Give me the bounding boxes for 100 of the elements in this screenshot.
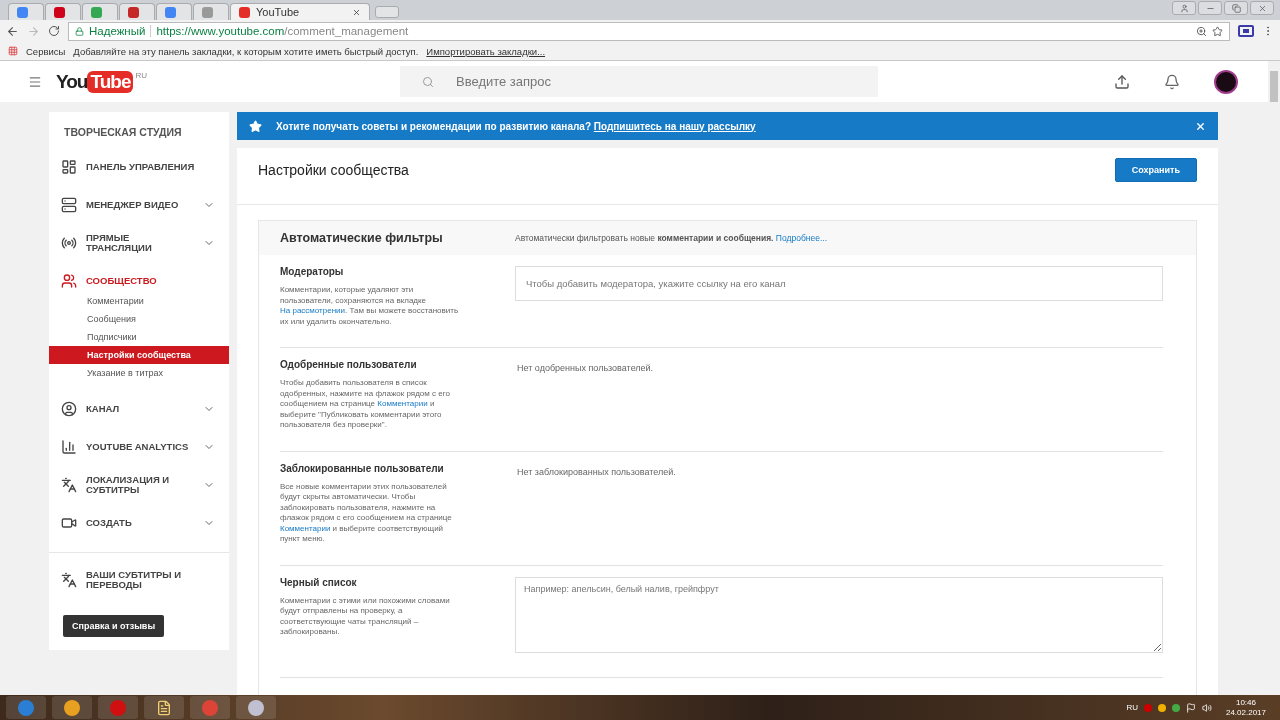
video-camera-icon bbox=[61, 515, 77, 531]
bookmarks-hint: Добавляйте на эту панель закладки, к которым хотите иметь быстрый доступ. bbox=[73, 45, 419, 57]
more-link[interactable]: Подробнее... bbox=[775, 233, 827, 243]
dashboard-icon bbox=[61, 159, 77, 175]
help-button[interactable]: Справка и отзывы bbox=[63, 615, 165, 637]
sidebar-subitem[interactable]: Подписчики bbox=[49, 328, 229, 346]
tab-title: YouTube bbox=[256, 6, 301, 18]
translate-icon bbox=[61, 572, 77, 588]
user-icon bbox=[1179, 3, 1189, 13]
bar-chart-icon bbox=[61, 439, 77, 455]
favicon-icon bbox=[128, 6, 139, 18]
address-bar[interactable]: Надежный https://www.youtube.com/comment_management bbox=[68, 21, 1230, 41]
section-title: Одобренные пользователи bbox=[280, 359, 418, 370]
apps-link[interactable]: Сервисы bbox=[26, 45, 66, 57]
bookmark-star-icon[interactable] bbox=[1212, 25, 1223, 37]
empty-list-text: Нет одобренных пользователей. bbox=[516, 362, 655, 375]
moderator-input[interactable]: Чтобы добавить модератора, укажите ссылку на его канал bbox=[515, 266, 1163, 301]
search-field[interactable]: Введите запрос bbox=[400, 66, 878, 97]
extension-icon[interactable] bbox=[1238, 25, 1254, 37]
clock[interactable]: 10:46 24.02.2017 bbox=[1217, 697, 1274, 718]
browser-tab[interactable] bbox=[156, 3, 192, 20]
back-button[interactable] bbox=[6, 24, 19, 38]
restore-icon bbox=[1231, 3, 1241, 13]
section-title: Черный список bbox=[280, 576, 358, 588]
sidebar-subitem[interactable]: Комментарии bbox=[49, 292, 229, 310]
section-description: Комментарии, которые удаляют эти пользователи, сохраняются на вкладке На рассмотрении. Там вы можете восстановить их или удалить окончательно. bbox=[280, 285, 460, 327]
blacklist-textarea[interactable]: Например: апельсин, белый налив, грейпфрут bbox=[515, 576, 1163, 653]
save-button[interactable]: Сохранить bbox=[1114, 158, 1197, 182]
sidebar-item[interactable]: ПРЯМЫЕ ТРАНСЛЯЦИИ bbox=[49, 224, 229, 262]
star-icon bbox=[249, 119, 262, 133]
banner-text: Хотите получать советы и рекомендации по развитию канала? Подпишитесь на нашу рассылку bbox=[276, 120, 757, 132]
sidebar-item[interactable]: ЛОКАЛИЗАЦИЯ И СУБТИТРЫ bbox=[49, 466, 229, 504]
favicon-icon bbox=[165, 6, 176, 18]
browser-tab[interactable] bbox=[193, 3, 229, 20]
close-icon[interactable] bbox=[352, 7, 361, 17]
url-text: https://www.youtube.com/comment_management bbox=[156, 25, 409, 37]
upload-icon[interactable] bbox=[1114, 73, 1130, 90]
server-icon bbox=[61, 197, 77, 213]
people-icon bbox=[61, 273, 77, 289]
sidebar-item[interactable]: ВАШИ СУБТИТРЫ И ПЕРЕВОДЫ bbox=[49, 561, 229, 599]
browser-tab[interactable] bbox=[119, 3, 155, 20]
new-tab-button[interactable] bbox=[375, 6, 399, 18]
zoom-icon[interactable] bbox=[1196, 25, 1207, 37]
card-description: Автоматически фильтровать новые комментарии и сообщения. Подробнее... bbox=[515, 233, 827, 243]
menu-icon[interactable] bbox=[28, 74, 42, 89]
start-button[interactable] bbox=[6, 696, 46, 719]
browser-tab[interactable] bbox=[45, 3, 81, 20]
section-title: Модераторы bbox=[280, 266, 345, 277]
favicon-icon bbox=[54, 6, 65, 18]
search-icon bbox=[422, 75, 434, 88]
youtube-logo[interactable]: YouTube RU bbox=[56, 70, 400, 93]
reload-button[interactable] bbox=[48, 25, 60, 37]
taskbar-app-icon[interactable] bbox=[52, 696, 92, 719]
user-icon bbox=[61, 401, 77, 417]
sidebar-subitem[interactable]: Указание в титрах bbox=[49, 364, 229, 382]
taskbar-app-icon[interactable] bbox=[236, 696, 276, 719]
sidebar-item[interactable]: YOUTUBE ANALYTICS bbox=[49, 428, 229, 466]
sidebar-item[interactable]: МЕНЕДЖЕР ВИДЕО bbox=[49, 186, 229, 224]
description-link[interactable]: Комментарии bbox=[377, 399, 428, 408]
favicon-icon bbox=[17, 6, 28, 18]
minimize-button[interactable] bbox=[1198, 1, 1222, 15]
flag-icon[interactable] bbox=[1185, 702, 1196, 713]
apps-icon[interactable] bbox=[8, 46, 18, 56]
volume-icon[interactable] bbox=[1201, 702, 1212, 713]
broadcast-icon bbox=[61, 235, 77, 251]
language-indicator[interactable]: RU bbox=[1126, 703, 1138, 712]
page-title: Настройки сообщества bbox=[258, 162, 409, 178]
close-button[interactable] bbox=[1250, 1, 1274, 15]
section-title: Заблокированные пользователи bbox=[280, 462, 445, 474]
profile-button[interactable] bbox=[1172, 1, 1196, 15]
translate-icon bbox=[61, 477, 77, 493]
browser-tab[interactable] bbox=[8, 3, 44, 20]
browser-tab[interactable] bbox=[82, 3, 118, 20]
restore-button[interactable] bbox=[1224, 1, 1248, 15]
sidebar-item[interactable]: КАНАЛ bbox=[49, 390, 229, 428]
section-description: Чтобы добавить пользователя в список одобренных, нажмите на флажок рядом с его сообщением на странице Комментарии и выберите "Публиковать комментарии этого пользователя без проверки". bbox=[280, 378, 451, 431]
sidebar-subitem[interactable]: Настройки сообщества bbox=[49, 346, 229, 364]
sidebar-item[interactable]: СОЗДАТЬ bbox=[49, 504, 229, 542]
lock-icon bbox=[75, 26, 84, 36]
browser-tab[interactable]: YouTube bbox=[230, 3, 370, 20]
import-bookmarks-link[interactable]: Импортировать закладки... bbox=[426, 45, 546, 57]
favicon-icon bbox=[91, 6, 102, 18]
avatar[interactable] bbox=[1214, 69, 1238, 94]
secure-label: Надежный bbox=[89, 25, 146, 37]
subscribe-link[interactable]: Подпишитесь на нашу рассылку bbox=[593, 120, 756, 132]
close-icon bbox=[1257, 3, 1267, 13]
close-icon[interactable] bbox=[1195, 120, 1206, 132]
youtube-favicon-icon bbox=[239, 6, 250, 18]
forward-button[interactable] bbox=[27, 24, 40, 38]
section-description: Все новые комментарии этих пользователей будут скрыты автоматически. Чтобы заблокировать пользователя, нажмите на флажок рядом с его сообщением на странице Комментарии и выберите соответствующий пункт меню. bbox=[280, 481, 453, 545]
favicon-icon bbox=[202, 6, 213, 18]
taskbar-app-icon[interactable] bbox=[144, 696, 184, 719]
sidebar-subitem[interactable]: Сообщения bbox=[49, 310, 229, 328]
empty-list-text: Нет заблокированных пользователей. bbox=[516, 465, 677, 479]
sidebar-item[interactable]: ПАНЕЛЬ УПРАВЛЕНИЯ bbox=[49, 148, 229, 186]
card-title: Автоматические фильтры bbox=[280, 231, 444, 245]
description-link[interactable]: Комментарии bbox=[280, 523, 331, 533]
sidebar-title: ТВОРЧЕСКАЯ СТУДИЯ bbox=[63, 126, 183, 138]
section-description: Комментарии с этими или похожими словами будут отправлены на проверку, а соответствующие чаты трансляций – заблокированы. bbox=[280, 595, 451, 638]
notifications-icon[interactable] bbox=[1164, 73, 1180, 90]
